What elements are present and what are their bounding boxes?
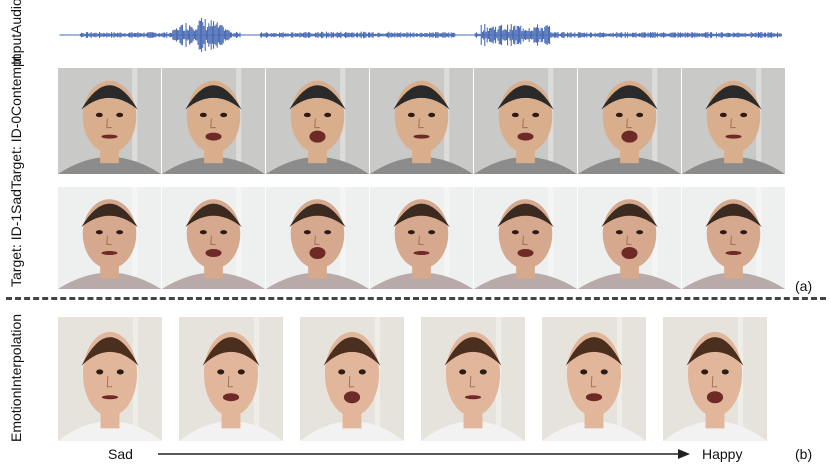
axis-arrow — [158, 449, 690, 459]
video-frame — [266, 68, 369, 174]
axis-end-label: Happy — [702, 446, 743, 462]
audio-waveform — [59, 18, 782, 52]
label-line: Interpolation — [8, 313, 24, 391]
label-line: Sad — [8, 188, 24, 214]
label-line: Audio — [8, 0, 24, 35]
video-frame — [682, 187, 785, 289]
video-frame — [578, 68, 681, 174]
video-frame — [474, 187, 577, 289]
video-frame — [370, 187, 473, 289]
video-frame — [162, 68, 265, 174]
axis-start-label: Sad — [108, 446, 133, 462]
label-id1: Target: ID-1 Sad — [8, 188, 44, 288]
video-frame — [542, 317, 646, 441]
video-frame — [58, 317, 162, 441]
dashed-divider — [6, 297, 826, 300]
label-line: Emotion — [8, 390, 24, 443]
video-frame — [663, 317, 767, 441]
video-frame — [578, 187, 681, 289]
label-line: Target: ID-0 — [8, 115, 24, 189]
video-frame — [370, 68, 473, 174]
label-input-audio: Input Audio — [8, 0, 44, 65]
label-id0: Target: ID-0 Contempt — [8, 55, 44, 189]
label-line: Target: ID-1 — [8, 213, 24, 288]
video-frame — [300, 317, 404, 441]
video-frame — [682, 68, 785, 174]
label-emotion-interpolation: Emotion Interpolation — [8, 314, 44, 442]
video-frame — [162, 187, 265, 289]
video-frame — [266, 187, 369, 289]
panel-tag-a: (a) — [795, 278, 813, 294]
video-frame — [179, 317, 283, 441]
video-frame — [421, 317, 525, 441]
video-frame — [58, 68, 161, 174]
panel-tag-b: (b) — [795, 446, 813, 462]
video-frame — [474, 68, 577, 174]
label-line: Contempt — [8, 55, 24, 116]
video-frame — [58, 187, 161, 289]
